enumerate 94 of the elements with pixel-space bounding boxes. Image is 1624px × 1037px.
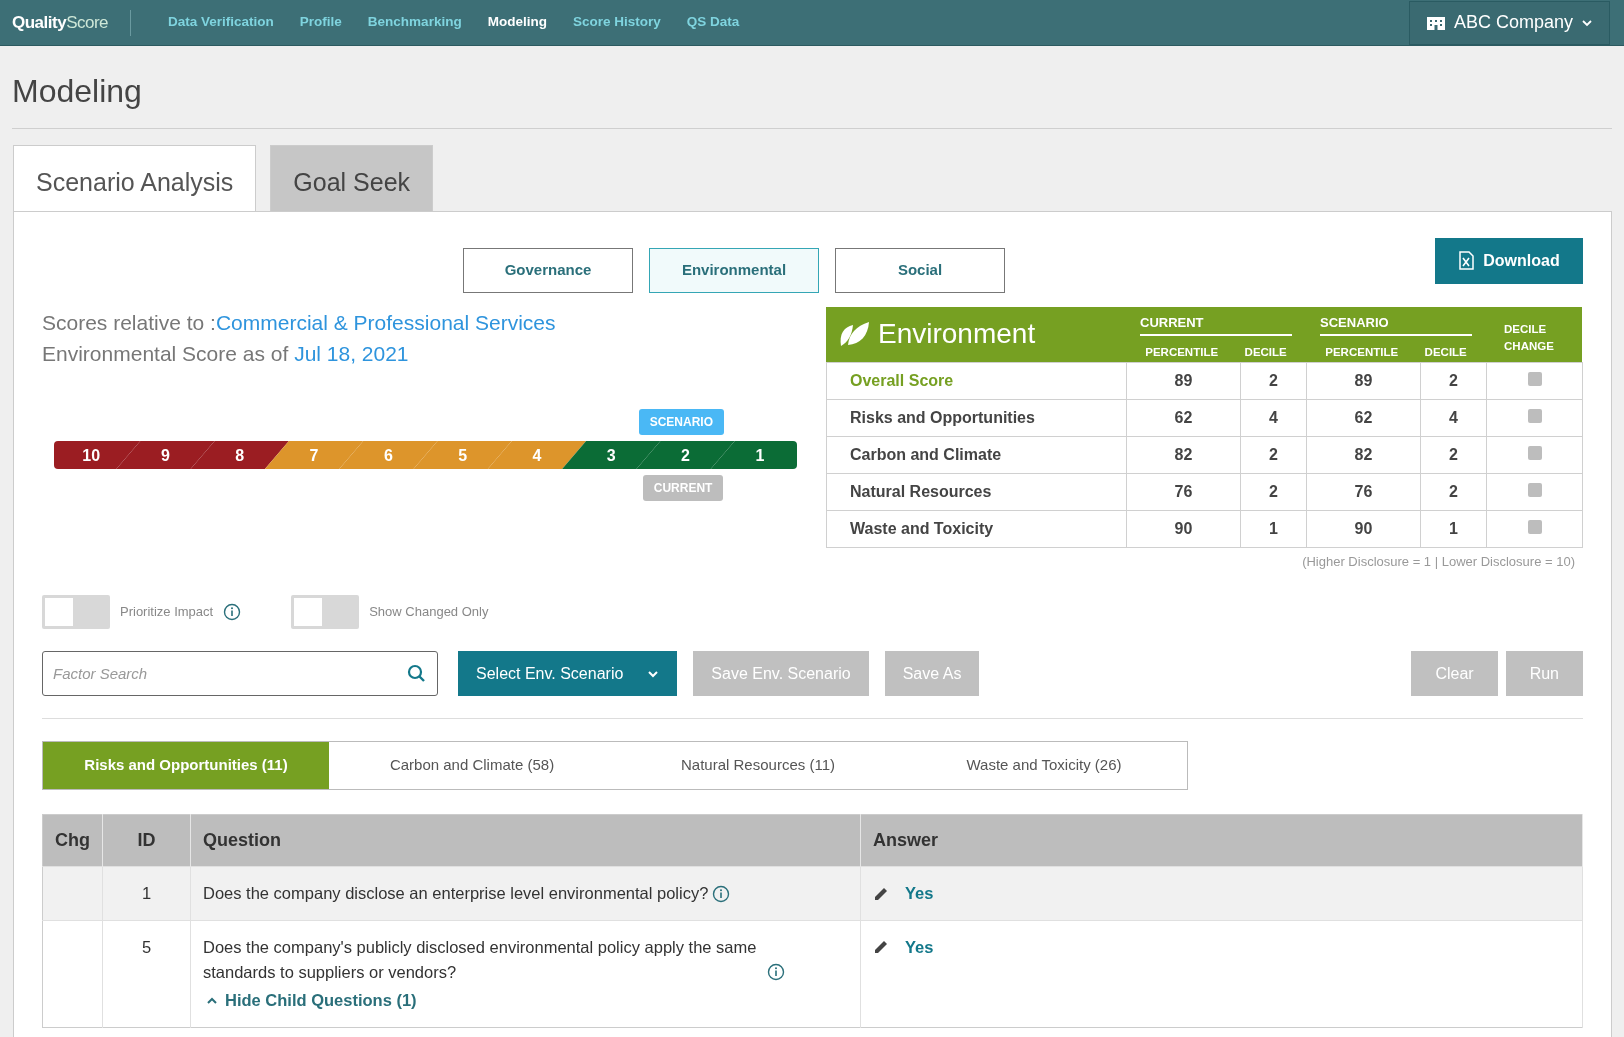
factor-name: Waste and Toxicity: [826, 510, 1127, 548]
pencil-icon[interactable]: [873, 885, 889, 902]
column-header: Question: [190, 814, 861, 867]
column-header: ID: [102, 814, 191, 867]
table-cell: 76: [1126, 473, 1241, 511]
checkbox[interactable]: [1527, 445, 1542, 460]
info-icon: [767, 963, 785, 982]
column-header: DECILE: [1244, 345, 1287, 361]
table-cell: 2: [1240, 362, 1307, 400]
question-text: Does the company's publicly disclosed environmental policy apply the same standards to suppliers or vendors?: [203, 936, 758, 983]
excel-file-icon: [1458, 251, 1476, 271]
tab[interactable]: Scenario Analysis: [13, 145, 257, 212]
table-cell: 62: [1126, 399, 1241, 437]
pillar-button[interactable]: Environmental: [649, 247, 819, 293]
nav-link[interactable]: Benchmarking: [354, 12, 475, 33]
table-cell: 90: [1306, 510, 1421, 548]
column-header: DECILE CHANGE: [1504, 321, 1555, 354]
score-table-title: Environment: [878, 317, 1036, 352]
nav-link[interactable]: Modeling: [474, 12, 560, 33]
decile-label: 6: [383, 446, 393, 464]
chevron-up-icon: [207, 995, 217, 1006]
column-header: DECILE: [1424, 345, 1467, 361]
answer-value[interactable]: Yes: [905, 881, 934, 906]
answer-value[interactable]: Yes: [905, 934, 934, 960]
column-header: Answer: [860, 814, 1583, 867]
pencil-icon[interactable]: [873, 939, 889, 956]
checkbox[interactable]: [1527, 371, 1542, 386]
toggle-switch[interactable]: [291, 595, 360, 630]
checkbox[interactable]: [1527, 482, 1542, 497]
table-cell: 2: [1420, 436, 1487, 474]
pillar-button[interactable]: Social: [835, 247, 1005, 293]
table-cell: 2: [1240, 473, 1307, 511]
relative-industry-text: Scores relative to :Commercial & Professional Services: [42, 309, 557, 336]
table-cell: 2: [1420, 473, 1487, 511]
decile-label: 1: [755, 446, 765, 464]
info-icon: [712, 884, 731, 903]
factor-name: Overall Score: [826, 362, 1127, 400]
table-cell: 82: [1306, 436, 1421, 474]
id-cell: 5: [102, 920, 191, 1028]
id-cell: 1: [102, 866, 191, 921]
decile-label: 7: [309, 446, 319, 464]
search-icon: [407, 664, 426, 684]
column-group-header: CURRENT: [1140, 312, 1292, 337]
leaves-icon: [838, 320, 870, 349]
decile-label: 2: [681, 446, 690, 464]
brand-logo[interactable]: QualityScore: [0, 9, 132, 36]
scenario-marker: SCENARIO: [638, 408, 724, 435]
table-cell: 82: [1126, 436, 1241, 474]
decile-label: 9: [161, 446, 170, 464]
table-cell: 2: [1420, 362, 1487, 400]
score-date-text: Environmental Score as of Jul 18, 2021: [42, 340, 410, 367]
decile-label: 5: [458, 446, 468, 464]
column-group-header: SCENARIO: [1320, 312, 1473, 337]
nav-link[interactable]: Data Verification: [155, 12, 287, 33]
child-questions-toggle[interactable]: Hide Child Questions (1): [207, 988, 417, 1014]
disclosure-note: (Higher Disclosure = 1 | Lower Disclosure = 10): [1301, 552, 1575, 571]
table-cell: 76: [1306, 473, 1421, 511]
current-marker: CURRENT: [642, 474, 724, 501]
table-cell: 4: [1240, 399, 1307, 437]
decile-label: 3: [606, 446, 616, 464]
page-title: Modeling: [12, 72, 143, 111]
factor-name: Natural Resources: [826, 473, 1127, 511]
toggle-label: Show Changed Only: [369, 603, 489, 622]
nav-link[interactable]: Profile: [286, 12, 355, 33]
table-cell: 1: [1240, 510, 1307, 548]
nav-link[interactable]: Score History: [559, 12, 674, 33]
checkbox[interactable]: [1527, 408, 1542, 423]
scenario-dropdown[interactable]: Select Env. Scenario: [458, 651, 678, 697]
table-cell: 4: [1420, 399, 1487, 437]
decile-label: 8: [235, 446, 245, 464]
checkbox[interactable]: [1527, 519, 1542, 534]
column-header: PERCENTILE: [1145, 345, 1219, 361]
factor-name: Risks and Opportunities: [826, 399, 1127, 437]
decile-label: 10: [82, 446, 101, 464]
factor-name: Carbon and Climate: [826, 436, 1127, 474]
pillar-button[interactable]: Governance: [463, 247, 633, 293]
nav-link[interactable]: QS Data: [673, 12, 753, 33]
factor-tab[interactable]: Risks and Opportunities (11): [43, 742, 329, 790]
table-cell: 89: [1306, 362, 1421, 400]
download-button[interactable]: Download: [1435, 237, 1583, 284]
table-cell: 62: [1306, 399, 1421, 437]
search-field[interactable]: Factor Search: [42, 651, 438, 697]
column-header: PERCENTILE: [1325, 345, 1399, 361]
company-dropdown[interactable]: ABC Company: [1408, 0, 1610, 45]
table-cell: 1: [1420, 510, 1487, 548]
column-header: Chg: [42, 814, 103, 867]
tab[interactable]: Goal Seek: [270, 145, 434, 212]
question-text: Does the company disclose an enterprise level environmental policy?: [203, 883, 709, 905]
toggle-switch[interactable]: [42, 595, 110, 630]
table-cell: 2: [1240, 436, 1307, 474]
table-cell: 90: [1126, 510, 1241, 548]
toggle-label: Prioritize Impact: [120, 603, 214, 622]
decile-label: 4: [532, 446, 542, 464]
table-cell: 89: [1126, 362, 1241, 400]
